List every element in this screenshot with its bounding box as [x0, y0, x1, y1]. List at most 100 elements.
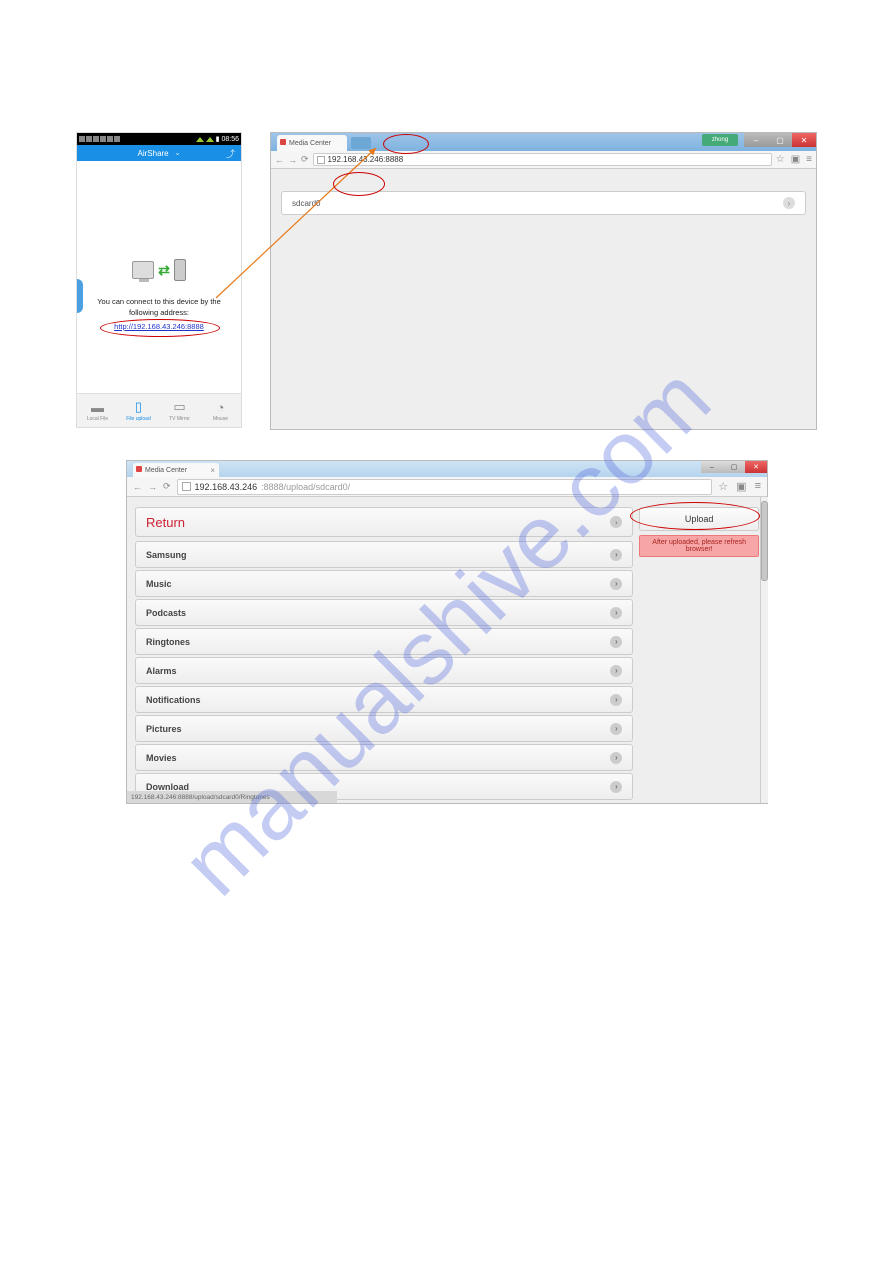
folder-row[interactable]: Ringtones›	[135, 628, 633, 655]
folder-name: Download	[146, 782, 189, 792]
upload-note: After uploaded, please refresh browser!	[639, 535, 759, 557]
folder-icon: ▬	[91, 400, 104, 415]
folder-list: Return › Samsung› Music › Podcasts› Ringt…	[135, 507, 633, 803]
chevron-right-icon: ›	[610, 549, 622, 561]
tab-label: Media Center	[145, 467, 187, 474]
chevron-right-icon: ›	[610, 752, 622, 764]
folder-name: sdcard0	[292, 199, 320, 208]
return-row[interactable]: Return ›	[135, 507, 633, 537]
folder-row[interactable]: Movies ›	[135, 744, 633, 771]
connect-line1: You can connect to this device by the	[77, 297, 241, 308]
forward-button[interactable]: →	[148, 482, 157, 492]
transfer-graphic: ⇄	[77, 259, 241, 281]
minimize-button[interactable]: –	[701, 461, 723, 473]
folder-name: Pictures	[146, 724, 182, 734]
browser1-body: sdcard0 ›	[271, 169, 816, 429]
nav-local-file[interactable]: ▬ Local File	[77, 394, 118, 427]
chevron-right-icon: ›	[610, 665, 622, 677]
phone-bottom-nav: ▬ Local File ▯ File upload ▭ TV Mirror ◔…	[77, 393, 241, 427]
menu-icon[interactable]: ≡	[806, 154, 812, 165]
folder-row[interactable]: Notifications ›	[135, 686, 633, 713]
close-button[interactable]: ✕	[745, 461, 767, 473]
star-icon[interactable]: ☆	[776, 154, 785, 165]
folder-row[interactable]: Pictures›	[135, 715, 633, 742]
browser2-tab[interactable]: Media Center ×	[133, 463, 219, 477]
nav-file-upload[interactable]: ▯ File upload	[118, 394, 159, 427]
menu-icon[interactable]: ≡	[755, 480, 761, 493]
phone-time: 08:56	[221, 136, 239, 143]
toolbar-right: ☆ ▣ ≡	[776, 154, 812, 165]
url-host: 192.168.43.246	[195, 482, 258, 492]
new-tab-button[interactable]	[351, 137, 371, 149]
maximize-button[interactable]: ▢	[768, 133, 792, 147]
folder-name: Alarms	[146, 666, 177, 676]
chevron-right-icon: ›	[610, 694, 622, 706]
page-icon	[182, 482, 191, 491]
nav-mouse[interactable]: ◔ Mouse	[200, 394, 241, 427]
phone-app-header: AirShare ⌄ ⤴	[77, 145, 241, 161]
chevron-right-icon: ›	[610, 781, 622, 793]
status-icons-left	[79, 136, 120, 142]
folder-name: Notifications	[146, 695, 201, 705]
status-right: ▮ 08:56	[196, 135, 239, 143]
browser-user-badge[interactable]: zhong	[702, 134, 738, 146]
address-input[interactable]: 192.168.43.246:8888/upload/sdcard0/	[177, 479, 713, 495]
url-path: :8888/upload/sdcard0/	[261, 482, 350, 492]
extension-icon[interactable]: ▣	[791, 154, 800, 165]
arrows-icon: ⇄	[158, 262, 170, 279]
red-oval-upload	[630, 502, 760, 530]
phone-screenshot: ▮ 08:56 AirShare ⌄ ⤴ ⇄ You can connect t…	[76, 132, 242, 428]
url-text: 192.168.43.246:8888	[328, 155, 404, 164]
folder-row[interactable]: Podcasts›	[135, 599, 633, 626]
folder-name: Movies	[146, 753, 177, 763]
nav-label: TV Mirror	[169, 416, 190, 422]
folder-name: Ringtones	[146, 637, 190, 647]
browser1-tab[interactable]: Media Center	[277, 135, 347, 151]
nav-tv-mirror[interactable]: ▭ TV Mirror	[159, 394, 200, 427]
folder-row[interactable]: Samsung›	[135, 541, 633, 568]
toolbar-right: ☆ ▣ ≡	[718, 480, 761, 493]
close-button[interactable]: ✕	[792, 133, 816, 147]
red-oval-item	[333, 172, 385, 196]
phone-icon	[174, 259, 186, 281]
browser2-titlebar: Media Center × – ▢ ✕	[127, 461, 767, 477]
chevron-down-icon: ⌄	[175, 149, 181, 157]
page-icon	[317, 156, 325, 164]
browser-bottom: Media Center × – ▢ ✕ ← → ⟳ 192.168.43.24…	[126, 460, 768, 804]
nav-label: File upload	[126, 416, 150, 422]
phone-body: ⇄ You can connect to this device by the …	[77, 161, 241, 393]
reload-button[interactable]: ⟳	[301, 154, 309, 165]
signal-icon	[206, 137, 214, 142]
scroll-thumb[interactable]	[761, 501, 768, 581]
chevron-right-icon: ›	[610, 607, 622, 619]
extension-icon[interactable]: ▣	[736, 480, 746, 493]
folder-name: Music	[146, 579, 172, 589]
chevron-right-icon: ›	[610, 578, 622, 590]
back-button[interactable]: ←	[275, 155, 284, 165]
address-input[interactable]: 192.168.43.246:8888	[313, 153, 772, 166]
tab-close-icon[interactable]: ×	[210, 466, 215, 475]
upload-button[interactable]: Upload	[639, 507, 759, 531]
connect-line2: following address:	[77, 308, 241, 319]
back-button[interactable]: ←	[133, 482, 142, 492]
red-oval-phone-url	[100, 319, 220, 337]
maximize-button[interactable]: ▢	[723, 461, 745, 473]
reload-button[interactable]: ⟳	[163, 481, 171, 492]
minimize-button[interactable]: –	[744, 133, 768, 147]
tv-icon: ▭	[173, 399, 185, 415]
upload-icon: ▯	[135, 399, 142, 415]
status-bar: 192.168.43.246:8888/upload/sdcard0/Ringt…	[127, 791, 337, 803]
scrollbar[interactable]	[760, 497, 768, 803]
browser1-address-bar: ← → ⟳ 192.168.43.246:8888 ☆ ▣ ≡	[271, 151, 816, 169]
nav-label: Mouse	[213, 416, 228, 422]
share-icon: ⤴	[226, 147, 235, 160]
folder-row[interactable]: Music ›	[135, 570, 633, 597]
return-label: Return	[146, 515, 185, 530]
forward-button[interactable]: →	[288, 155, 297, 165]
tab-label: Media Center	[289, 140, 331, 147]
star-icon[interactable]: ☆	[718, 480, 728, 493]
top-row: ▮ 08:56 AirShare ⌄ ⤴ ⇄ You can connect t…	[76, 132, 818, 432]
folder-row[interactable]: Alarms ›	[135, 657, 633, 684]
phone-app-title: AirShare	[138, 149, 169, 158]
browser2-body: Return › Samsung› Music › Podcasts› Ringt…	[127, 497, 767, 803]
